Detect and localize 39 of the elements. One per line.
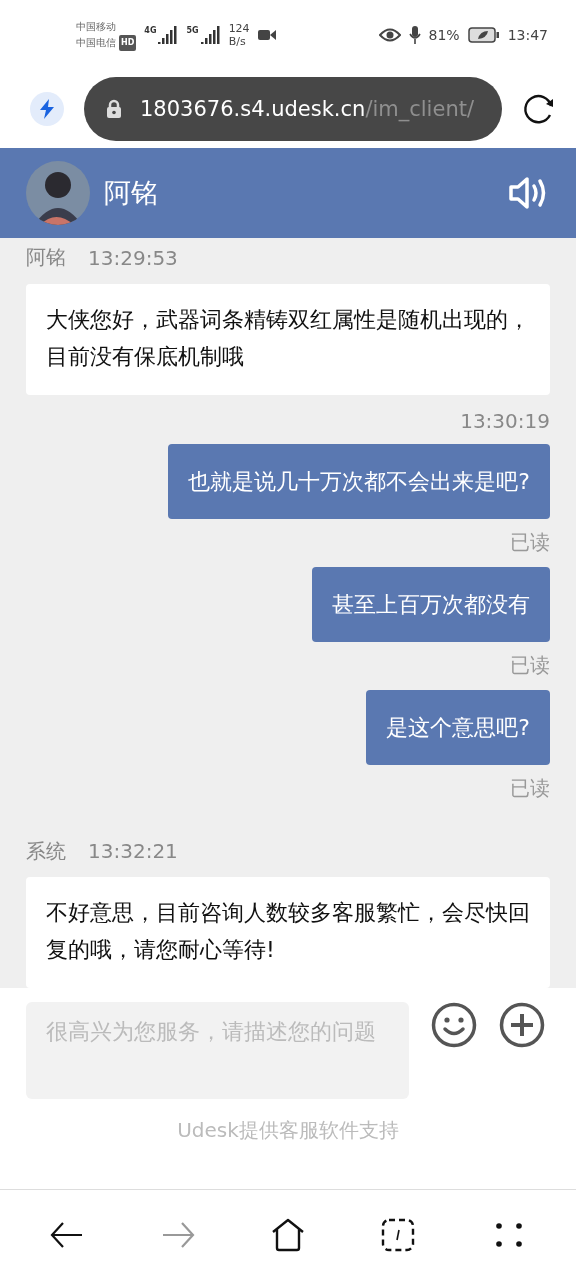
network-type: 4G bbox=[144, 26, 157, 35]
message-bubble: 大侠您好，武器词条精铸双红属性是随机出现的，目前没有保底机制哦 bbox=[26, 283, 550, 395]
carrier-name: 中国电信 bbox=[76, 36, 116, 50]
message-bubble: 也就是说几十万次都不会出来是吧? bbox=[168, 443, 550, 519]
clock-time: 13:47 bbox=[507, 27, 548, 43]
lock-icon bbox=[106, 99, 122, 119]
read-status: 已读 bbox=[510, 528, 550, 556]
lightning-button[interactable] bbox=[30, 92, 64, 126]
lightning-icon bbox=[39, 99, 55, 119]
carrier-name: 中国移动 bbox=[76, 20, 117, 34]
microphone-icon bbox=[408, 26, 421, 44]
tabs-icon[interactable] bbox=[380, 1217, 417, 1253]
plus-icon[interactable] bbox=[499, 1002, 545, 1048]
eye-icon bbox=[378, 28, 401, 42]
message-bubble: 不好意思，目前咨询人数较多客服繁忙，会尽快回复的哦，请您耐心等待! bbox=[26, 877, 550, 988]
read-status: 已读 bbox=[510, 774, 550, 802]
network-type: 5G bbox=[186, 26, 199, 35]
message-time: 13:30:19 bbox=[460, 408, 550, 433]
url-text: 1803676.s4.udesk.cn/im_client/ bbox=[140, 97, 474, 121]
chat-title: 阿铭 bbox=[104, 176, 159, 210]
sender-name: 系统 bbox=[26, 837, 66, 865]
emoji-icon[interactable] bbox=[431, 1002, 477, 1048]
battery-icon bbox=[467, 27, 500, 43]
signal-icon bbox=[158, 26, 179, 44]
speed-unit: B/s bbox=[228, 35, 247, 48]
address-field[interactable]: 1803676.s4.udesk.cn/im_client/ bbox=[84, 77, 502, 141]
hd-badge: HD bbox=[119, 35, 137, 51]
reload-icon[interactable] bbox=[522, 92, 556, 126]
sender-name: 阿铭 bbox=[26, 244, 66, 272]
signal-icon bbox=[200, 26, 221, 44]
message-bubble: 是这个意思吧? bbox=[366, 689, 550, 765]
read-status: 已读 bbox=[510, 651, 550, 679]
network-speed: 124 bbox=[228, 22, 250, 35]
message-time: 13:32:21 bbox=[88, 839, 178, 864]
message-bubble: 甚至上百万次都没有 bbox=[312, 566, 550, 642]
video-camera-icon bbox=[257, 29, 276, 41]
powered-by-text: Udesk提供客服软件支持 bbox=[176, 1117, 400, 1144]
message-time: 13:29:53 bbox=[88, 245, 178, 270]
battery-percent: 81% bbox=[428, 27, 460, 43]
